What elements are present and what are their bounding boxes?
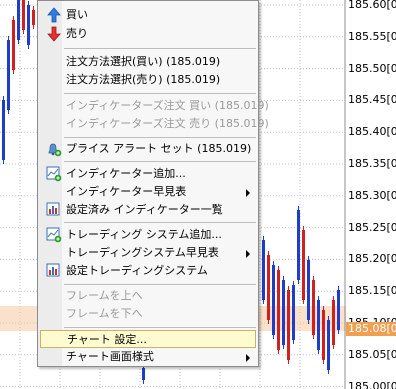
- menu-item-label: 買い: [66, 8, 88, 21]
- menu-item-label: 売り: [66, 27, 88, 40]
- candle-body: [17, 0, 20, 40]
- menu-item-indicator-list[interactable]: インディケーター早見表: [40, 183, 256, 201]
- candle-body: [307, 260, 310, 320]
- candle-body: [27, 5, 30, 45]
- menu-item-buy[interactable]: 買い: [40, 6, 256, 24]
- menu-separator: [64, 93, 256, 94]
- menu-item-label: インディケーターズ注文 買い (185.019): [66, 99, 269, 112]
- menu-item-frame-up: フレームを上へ: [40, 287, 256, 305]
- price-axis-label: 185.55[0]: [348, 29, 396, 43]
- price-axis-label: 185.20[0]: [348, 252, 396, 266]
- submenu-arrow-icon: [246, 354, 250, 362]
- bell-plus-icon: [48, 143, 62, 157]
- candle-body: [282, 280, 285, 345]
- chart-list-icon: [46, 263, 60, 277]
- chart-list-icon: [46, 202, 60, 216]
- price-axis-label: 185.60[0]: [348, 0, 396, 11]
- menu-item-sell[interactable]: 売り: [40, 25, 256, 43]
- menu-item-chart-settings[interactable]: チャート 設定...: [40, 330, 256, 348]
- candle-body: [272, 265, 275, 335]
- price-axis-label: 185.15[0]: [348, 284, 396, 298]
- red-down-arrow-icon: [47, 26, 61, 42]
- menu-item-label: 注文方法選択(売り) (185.019): [66, 73, 221, 86]
- price-axis-label: 185.40[0]: [348, 125, 396, 139]
- menu-item-label: インディケーターズ注文 売り (185.019): [66, 117, 269, 130]
- price-axis-label: 185.50[0]: [348, 61, 396, 75]
- menu-separator: [64, 222, 256, 223]
- menu-item-configured-indicators[interactable]: 設定済み インディケーター一覧: [40, 201, 256, 219]
- candle-body: [327, 320, 330, 370]
- menu-item-label: チャート 設定...: [67, 333, 147, 346]
- price-axis-label: 185.45[0]: [348, 93, 396, 107]
- menu-item-label: プライス アラート セット (185.019): [66, 142, 252, 155]
- candle-body: [277, 270, 280, 350]
- candle-body: [322, 310, 325, 360]
- chart-context-menu: 買い 売り 注文方法選択(買い) (185.019) 注文方法選択(売り) (1…: [37, 0, 269, 367]
- menu-item-label: 注文方法選択(買い) (185.019): [66, 55, 221, 68]
- blue-up-arrow-icon: [47, 7, 61, 23]
- price-axis-label: 185.05[0]: [348, 347, 396, 361]
- price-axis-label: 185.00[0]: [348, 379, 396, 389]
- chart-plus-icon: [46, 166, 62, 182]
- menu-item-configure-trading-system[interactable]: 設定トレーディングシステム: [40, 262, 256, 280]
- candle-body: [32, 10, 35, 25]
- submenu-arrow-icon: [246, 189, 250, 197]
- candle-body: [142, 368, 145, 380]
- menu-separator: [64, 48, 256, 49]
- menu-item-order-buy[interactable]: 注文方法選択(買い) (185.019): [40, 53, 256, 71]
- menu-separator: [64, 137, 256, 138]
- menu-item-label: 設定トレーディングシステム: [66, 264, 208, 277]
- candle-body: [292, 285, 295, 340]
- chart-plus-icon: [46, 227, 62, 243]
- candle-body: [267, 255, 270, 320]
- menu-separator: [64, 327, 256, 328]
- menu-item-add-indicator[interactable]: インディケーター追加...: [40, 165, 256, 183]
- menu-separator: [64, 284, 256, 285]
- menu-item-label: インディケーター追加...: [66, 167, 186, 180]
- menu-item-add-trading-system[interactable]: トレーディング システム追加...: [40, 226, 256, 244]
- candle-body: [7, 40, 10, 110]
- menu-item-indicator-order-buy: インディケーターズ注文 買い (185.019): [40, 97, 269, 115]
- price-axis-label: 185.35[0]: [348, 157, 396, 170]
- menu-item-label: トレーディング システム追加...: [66, 228, 222, 241]
- menu-separator: [64, 161, 256, 162]
- candle-body: [337, 290, 340, 330]
- menu-item-chart-style[interactable]: チャート画面様式: [40, 348, 256, 366]
- candle-body: [312, 280, 315, 335]
- price-axis-label: 185.30[0]: [348, 188, 396, 202]
- candle-body: [262, 240, 265, 300]
- menu-item-trading-system-list[interactable]: トレーディングシステム早見表: [40, 244, 256, 262]
- candle-body: [297, 210, 300, 280]
- menu-item-label: インディケーター早見表: [66, 185, 187, 198]
- candle-body: [2, 100, 5, 160]
- menu-item-price-alert[interactable]: プライス アラート セット (185.019): [40, 140, 256, 158]
- price-axis-label: 185.25[0]: [348, 220, 396, 234]
- menu-item-label: トレーディングシステム早見表: [66, 246, 219, 259]
- submenu-arrow-icon: [246, 250, 250, 258]
- menu-item-label: フレームを下へ: [66, 307, 143, 320]
- menu-item-indicator-order-sell: インディケーターズ注文 売り (185.019): [40, 115, 269, 133]
- menu-item-frame-down: フレームを下へ: [40, 305, 256, 323]
- candle-body: [302, 230, 305, 300]
- candle-body: [22, 0, 25, 30]
- menu-item-label: 設定済み インディケーター一覧: [66, 203, 223, 216]
- candle-body: [12, 20, 15, 70]
- candle-body: [332, 300, 335, 345]
- current-price-label: 185.08[0]: [346, 322, 396, 336]
- menu-item-order-sell[interactable]: 注文方法選択(売り) (185.019): [40, 71, 256, 89]
- menu-item-label: フレームを上へ: [66, 289, 143, 302]
- menu-item-label: チャート画面様式: [66, 350, 154, 363]
- candle-body: [317, 300, 320, 350]
- candle-body: [287, 290, 290, 360]
